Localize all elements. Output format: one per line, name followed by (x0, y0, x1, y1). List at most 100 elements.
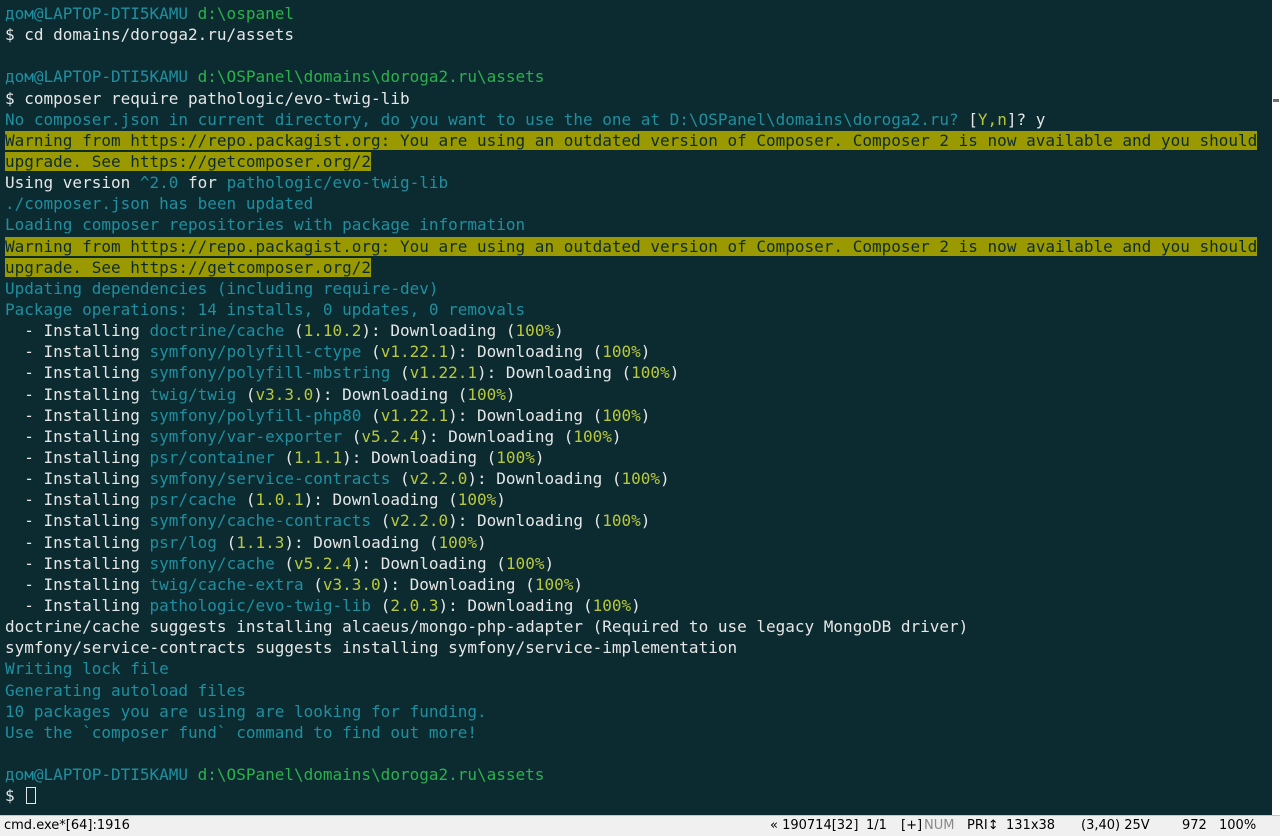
terminal-line: Warning from https://repo.packagist.org:… (5, 130, 1258, 151)
terminal-line: - Installing symfony/polyfill-mbstring (… (5, 362, 1257, 383)
terminal-text: ( (371, 595, 391, 615)
terminal-line: Package operations: 14 installs, 0 updat… (5, 299, 1257, 320)
terminal-text: symfony/polyfill-ctype (149, 342, 362, 362)
terminal-text: $ (5, 786, 25, 806)
scrollbar[interactable] (1272, 0, 1280, 815)
text-cursor (26, 787, 37, 805)
terminal-line: Loading composer repositories with packa… (5, 214, 1257, 235)
terminal-line: ./composer.json has been updated (5, 193, 1257, 214)
terminal-text: ): Downloading ( (448, 511, 603, 531)
terminal-text: symfony/polyfill-php80 (149, 405, 362, 425)
terminal-line: - Installing symfony/polyfill-ctype (v1.… (5, 341, 1257, 362)
terminal-text: ( (361, 405, 381, 425)
terminal-text: Y,n (977, 109, 1007, 129)
terminal-text: ( (361, 342, 381, 362)
terminal-line: symfony/service-contracts suggests insta… (5, 637, 1257, 658)
terminal-text: ): Downloading ( (419, 426, 574, 446)
terminal-text: ( (342, 426, 362, 446)
terminal-line: дом@LAPTOP-DTI5KAMU d:\OSPanel\domains\d… (5, 66, 1257, 87)
terminal-text: - Installing (5, 490, 150, 510)
terminal-text: psr/log (149, 532, 217, 552)
terminal-line: Writing lock file (5, 658, 1257, 679)
status-priority[interactable]: PRI↕ (967, 818, 999, 833)
status-num: NUM (924, 818, 955, 833)
status-tabs[interactable]: 1/1 (866, 818, 887, 833)
terminal-text: дом@LAPTOP-DTI5KAMU (5, 765, 198, 785)
warning-text: upgrade. See https://getcomposer.org/2 (5, 151, 372, 171)
terminal-text: $ cd domains/doroga2.ru/assets (5, 25, 294, 45)
terminal-text: - Installing (5, 342, 150, 362)
terminal-text: symfony/service-contracts (149, 469, 391, 489)
terminal-text: - Installing (5, 321, 150, 341)
terminal-text: 100% (467, 384, 506, 404)
status-zoom[interactable]: 100% (1219, 818, 1256, 833)
terminal-line: 10 packages you are using are looking fo… (5, 701, 1257, 722)
terminal-text: ) (611, 426, 622, 446)
terminal-text: 100% (496, 447, 535, 467)
terminal-text: pathologic/evo-twig-lib (149, 595, 372, 615)
terminal-line: - Installing doctrine/cache (1.10.2): Do… (5, 320, 1257, 341)
terminal-window[interactable]: дом@LAPTOP-DTI5KAMU d:\ospanel $ cd domai… (0, 0, 1272, 815)
terminal-text: Using version (5, 173, 140, 193)
terminal-text: 2.0.3 (390, 595, 439, 615)
terminal-text: - Installing (5, 553, 150, 573)
terminal-text: ): Downloading ( (351, 553, 506, 573)
terminal-text: twig/twig (149, 384, 237, 404)
terminal-text: ): Downloading ( (477, 363, 632, 383)
terminal-line: - Installing psr/container (1.1.1): Down… (5, 447, 1257, 468)
terminal-text: ) (554, 321, 564, 341)
terminal-text: symfony/cache (149, 553, 275, 573)
terminal-text: 100% (438, 532, 478, 552)
terminal-line: upgrade. See https://getcomposer.org/2 (5, 151, 1257, 172)
terminal-text: ): Downloading ( (303, 490, 458, 510)
terminal-text: ) (640, 342, 651, 362)
terminal-text: ) (505, 384, 516, 404)
terminal-line: Warning from https://repo.packagist.org:… (5, 236, 1258, 257)
terminal-line: - Installing symfony/var-exporter (v5.2.… (5, 426, 1257, 447)
terminal-line: No composer.json in current directory, d… (5, 109, 1257, 130)
terminal-text: 100% (621, 469, 661, 489)
status-new-console[interactable]: [+] (901, 818, 922, 833)
terminal-output: дом@LAPTOP-DTI5KAMU d:\ospanel $ cd domai… (5, 3, 1258, 806)
terminal-line: - Installing twig/twig (v3.3.0): Downloa… (5, 384, 1257, 405)
terminal-line: $ cd domains/doroga2.ru/assets (5, 24, 1257, 45)
terminal-text: 100% (534, 574, 574, 594)
status-process: cmd.exe*[64]:1916 (4, 818, 130, 833)
terminal-text: psr/cache (149, 490, 237, 510)
status-bar: cmd.exe*[64]:1916 « 190714[32] 1/1 [+] N… (0, 815, 1280, 836)
terminal-text: Generating autoload files (5, 680, 246, 700)
terminal-text: - Installing (5, 405, 150, 425)
terminal-text: ) (669, 363, 680, 383)
terminal-text: ( (284, 321, 304, 341)
status-build[interactable]: « 190714[32] (770, 818, 858, 833)
terminal-text: symfony/service-contracts suggests insta… (5, 638, 738, 658)
terminal-line: - Installing psr/log (1.1.3): Downloadin… (5, 532, 1257, 553)
terminal-text: ) (477, 532, 487, 552)
terminal-text: 1.10.2 (303, 321, 362, 341)
terminal-text: дом@LAPTOP-DTI5KAMU (5, 67, 198, 87)
terminal-text: - Installing (5, 574, 150, 594)
terminal-text: [ (968, 109, 978, 129)
terminal-line: дом@LAPTOP-DTI5KAMU d:\OSPanel\domains\d… (5, 764, 1257, 785)
terminal-text: 100% (602, 511, 641, 531)
terminal-text: ): Downloading ( (313, 384, 468, 404)
terminal-line: - Installing twig/cache-extra (v3.3.0): … (5, 574, 1257, 595)
terminal-text: ): Downloading ( (342, 447, 497, 467)
terminal-text: psr/container (149, 447, 275, 467)
terminal-text: ): Downloading ( (448, 342, 603, 362)
status-cursor-pos: (3,40) 25V (1081, 818, 1150, 833)
terminal-text: - Installing (5, 447, 150, 467)
terminal-text: ) (496, 490, 506, 510)
scrollbar-thumb[interactable] (1273, 99, 1279, 102)
terminal-line: - Installing symfony/polyfill-php80 (v1.… (5, 405, 1257, 426)
status-size: 131x38 (1006, 818, 1056, 833)
terminal-text: d:\ospanel (197, 4, 294, 23)
terminal-text: Loading composer repositories with packa… (5, 215, 526, 235)
terminal-text: $ composer require pathologic/evo-twig-l… (5, 88, 410, 108)
terminal-line: Updating dependencies (including require… (5, 278, 1257, 299)
terminal-text: - Installing (5, 426, 150, 446)
terminal-text: ) (640, 511, 651, 531)
terminal-line: upgrade. See https://getcomposer.org/2 (5, 257, 1257, 278)
terminal-line: doctrine/cache suggests installing alcae… (5, 616, 1257, 637)
